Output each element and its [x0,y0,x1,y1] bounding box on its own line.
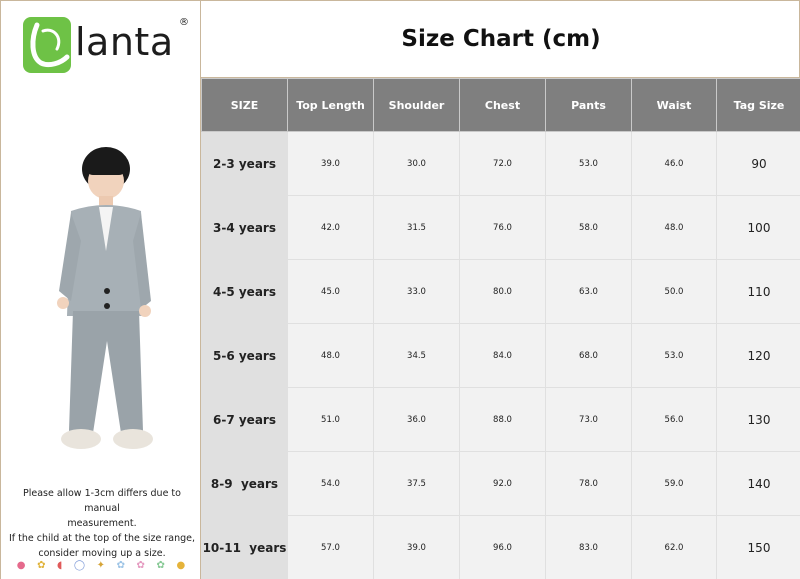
cell-tag-size: 100 [716,195,800,260]
cell-top-length: 57.0 [287,515,374,579]
header-chest: Chest [459,78,546,132]
cell-waist: 56.0 [631,387,717,452]
header-size: SIZE [201,78,288,132]
cell-size: 8-9 years [201,451,288,516]
cell-tag-size: 90 [716,131,800,196]
cell-waist: 62.0 [631,515,717,579]
title-bar: Size Chart (cm) [201,1,800,78]
table-row: 4-5 years 45.0 33.0 80.0 63.0 50.0 110 [201,259,800,324]
cell-size: 6-7 years [201,387,288,452]
cell-waist: 53.0 [631,323,717,388]
table-row: 2-3 years 39.0 30.0 72.0 53.0 46.0 90 [201,131,800,196]
child-model-photo [57,147,153,449]
cell-top-length: 39.0 [287,131,374,196]
cell-tag-size: 130 [716,387,800,452]
cell-waist: 48.0 [631,195,717,260]
cell-shoulder: 31.5 [373,195,460,260]
cell-size: 3-4 years [201,195,288,260]
table-row: 6-7 years 51.0 36.0 88.0 73.0 56.0 130 [201,387,800,452]
cell-tag-size: 150 [716,515,800,579]
logo-swirl-icon [30,22,70,68]
cell-shoulder: 30.0 [373,131,460,196]
cell-chest: 80.0 [459,259,546,324]
cell-shoulder: 36.0 [373,387,460,452]
cell-size: 4-5 years [201,259,288,324]
cell-waist: 59.0 [631,451,717,516]
cell-size: 2-3 years [201,131,288,196]
bee-icon: ✿ [37,559,46,571]
sizing-note: Please allow 1-3cm differs due to manual… [7,486,197,561]
header-tag-size: Tag Size [716,78,800,132]
header-pants: Pants [545,78,632,132]
table-row: 10-11 years 57.0 39.0 96.0 83.0 62.0 150 [201,515,800,579]
logo-badge [23,17,71,73]
cell-top-length: 42.0 [287,195,374,260]
left-panel: lanta ® Please allow 1-3cm differs due t… [1,1,201,579]
cell-shoulder: 34.5 [373,323,460,388]
cell-pants: 58.0 [545,195,632,260]
cell-chest: 84.0 [459,323,546,388]
size-table: SIZE Top Length Shoulder Chest Pants Wai… [201,78,800,579]
registered-mark: ® [179,17,189,28]
cell-shoulder: 39.0 [373,515,460,579]
table-row: 5-6 years 48.0 34.5 84.0 68.0 53.0 120 [201,323,800,388]
cell-pants: 68.0 [545,323,632,388]
flower-2-icon: ✿ [136,559,145,571]
cell-chest: 72.0 [459,131,546,196]
cell-pants: 53.0 [545,131,632,196]
flower-icon: ✿ [116,559,125,571]
note-line-3: If the child at the top of the size rang… [9,533,195,544]
cell-waist: 50.0 [631,259,717,324]
cell-top-length: 45.0 [287,259,374,324]
cell-pants: 73.0 [545,387,632,452]
cell-chest: 76.0 [459,195,546,260]
cell-chest: 88.0 [459,387,546,452]
cell-size: 5-6 years [201,323,288,388]
watermelon-icon: ◖ [57,559,63,571]
note-line-1: Please allow 1-3cm differs due to manual [23,488,181,514]
apple-icon: ● [176,559,186,571]
cell-top-length: 51.0 [287,387,374,452]
cell-tag-size: 140 [716,451,800,516]
strawberry-icon: ● [16,559,26,571]
brand-logo: lanta ® [23,17,189,73]
cell-pants: 63.0 [545,259,632,324]
cell-shoulder: 37.5 [373,451,460,516]
header-top-length: Top Length [287,78,374,132]
table-row: 3-4 years 42.0 31.5 76.0 58.0 48.0 100 [201,195,800,260]
butterfly-icon: ✦ [96,559,106,571]
cell-chest: 96.0 [459,515,546,579]
cell-shoulder: 33.0 [373,259,460,324]
brand-name: lanta [75,20,174,64]
cell-tag-size: 120 [716,323,800,388]
cell-top-length: 48.0 [287,323,374,388]
decorative-icons: ● ✿ ◖ ◯ ✦ ✿ ✿ ✿ ● [11,556,191,574]
cell-top-length: 54.0 [287,451,374,516]
table-row: 8-9 years 54.0 37.5 92.0 78.0 59.0 140 [201,451,800,516]
cell-pants: 78.0 [545,451,632,516]
note-line-2: measurement. [67,518,137,529]
cell-waist: 46.0 [631,131,717,196]
size-chart-page: lanta ® Please allow 1-3cm differs due t… [0,0,800,579]
page-title: Size Chart (cm) [401,26,601,52]
cell-pants: 83.0 [545,515,632,579]
cell-tag-size: 110 [716,259,800,324]
table-header-row: SIZE Top Length Shoulder Chest Pants Wai… [201,78,800,132]
header-shoulder: Shoulder [373,78,460,132]
flower-3-icon: ✿ [156,559,165,571]
cell-chest: 92.0 [459,451,546,516]
header-waist: Waist [631,78,717,132]
balloon-icon: ◯ [73,559,86,571]
cell-size: 10-11 years [201,515,288,579]
